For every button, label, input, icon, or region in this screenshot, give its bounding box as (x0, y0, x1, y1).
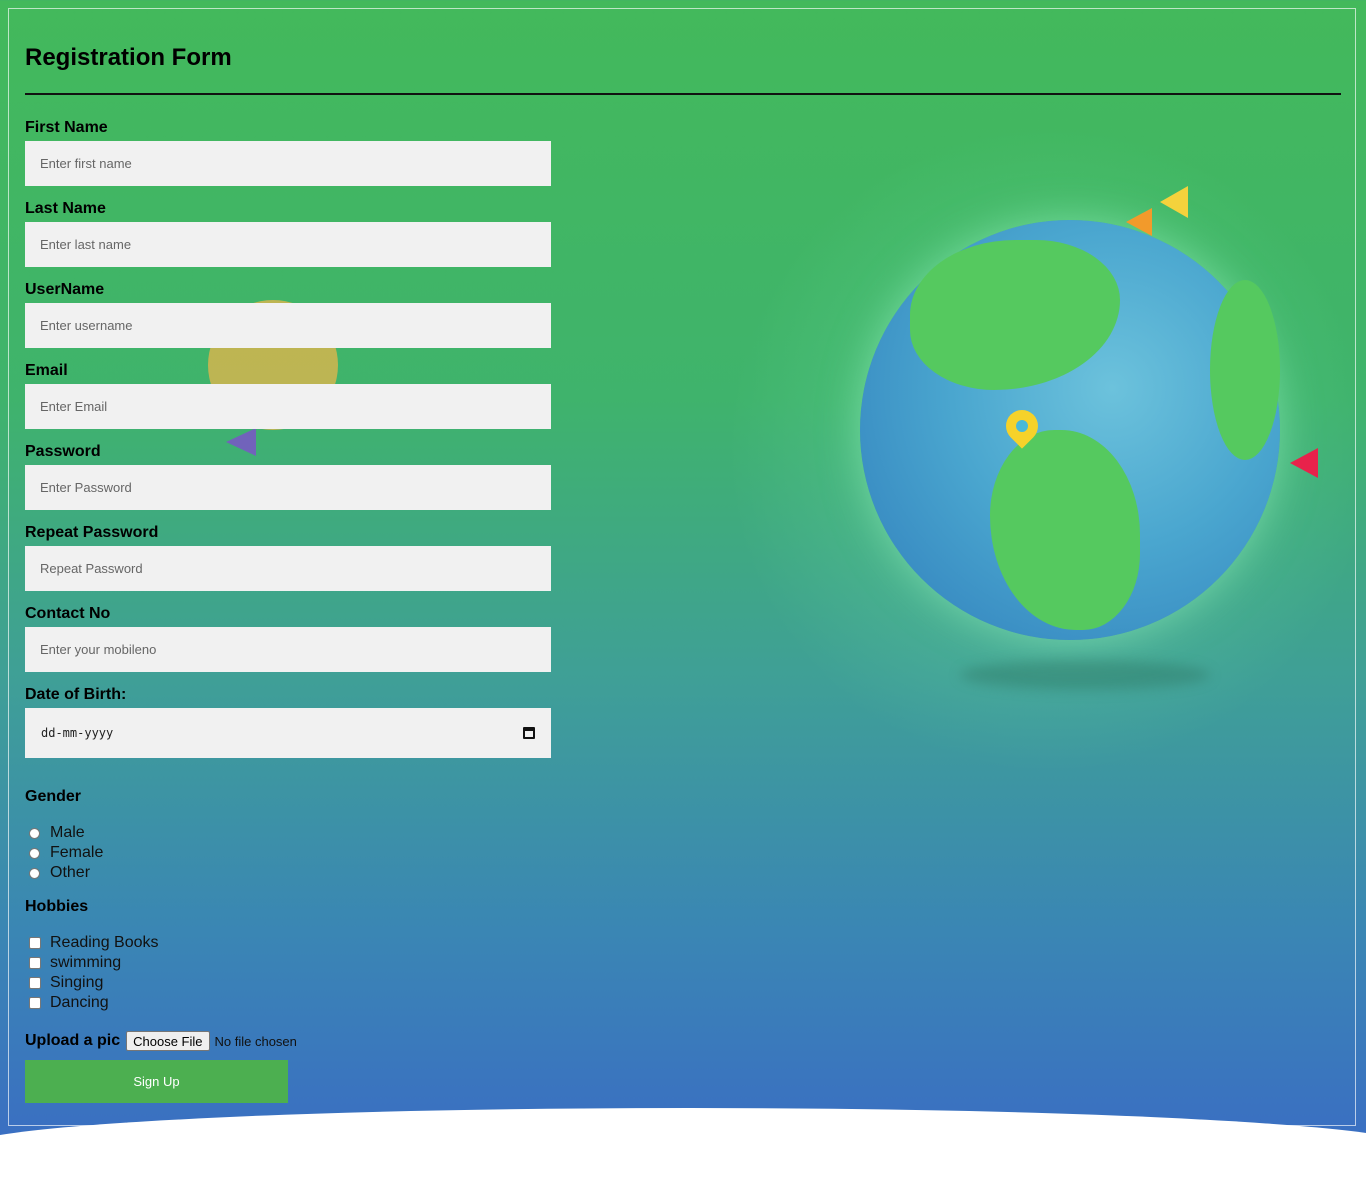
upload-row: Upload a pic Choose File No file chosen (25, 1031, 297, 1051)
username-input[interactable] (25, 303, 551, 348)
checkbox[interactable] (29, 937, 41, 949)
checkbox[interactable] (29, 977, 41, 989)
hobby-option-dancing[interactable]: Dancing (29, 994, 109, 1012)
hobbies-label: Hobbies (25, 898, 89, 915)
gender-option-label: Other (50, 864, 91, 881)
upload-label: Upload a pic (25, 1032, 121, 1049)
dob-placeholder: dd-mm-yyyy (41, 726, 114, 740)
title-divider (25, 93, 1341, 95)
checkbox[interactable] (29, 957, 41, 969)
radio-button[interactable] (29, 867, 40, 879)
username-label: UserName (25, 281, 105, 298)
calendar-icon[interactable] (523, 727, 535, 739)
hobby-option-reading[interactable]: Reading Books (29, 934, 159, 952)
password-input[interactable] (25, 465, 551, 510)
last-name-label: Last Name (25, 200, 106, 217)
dob-input[interactable]: dd-mm-yyyy (25, 708, 551, 758)
gender-option-male[interactable]: Male (29, 824, 85, 842)
gender-option-label: Male (50, 824, 85, 841)
last-name-input[interactable] (25, 222, 551, 267)
repeat-password-label: Repeat Password (25, 524, 159, 541)
page-title: Registration Form (25, 44, 232, 71)
file-status: No file chosen (214, 1033, 297, 1049)
radio-button[interactable] (29, 827, 40, 839)
gender-option-label: Female (50, 844, 104, 861)
gender-label: Gender (25, 788, 82, 805)
radio-button[interactable] (29, 847, 40, 859)
hobby-option-singing[interactable]: Singing (29, 974, 103, 992)
password-label: Password (25, 443, 101, 460)
gender-option-other[interactable]: Other (29, 864, 90, 882)
checkbox[interactable] (29, 997, 41, 1009)
contact-input[interactable] (25, 627, 551, 672)
hobby-option-swimming[interactable]: swimming (29, 954, 121, 972)
hobby-option-label: Dancing (50, 994, 109, 1011)
sign-up-button[interactable]: Sign Up (25, 1060, 288, 1103)
dob-label: Date of Birth: (25, 686, 127, 703)
hobby-option-label: swimming (50, 954, 122, 971)
hobby-option-label: Reading Books (50, 934, 159, 951)
email-input[interactable] (25, 384, 551, 429)
repeat-password-input[interactable] (25, 546, 551, 591)
email-label: Email (25, 362, 68, 379)
choose-file-button[interactable]: Choose File (126, 1031, 210, 1051)
hobby-option-label: Singing (50, 974, 104, 991)
gender-option-female[interactable]: Female (29, 844, 103, 862)
contact-label: Contact No (25, 605, 111, 622)
first-name-label: First Name (25, 119, 108, 136)
first-name-input[interactable] (25, 141, 551, 186)
